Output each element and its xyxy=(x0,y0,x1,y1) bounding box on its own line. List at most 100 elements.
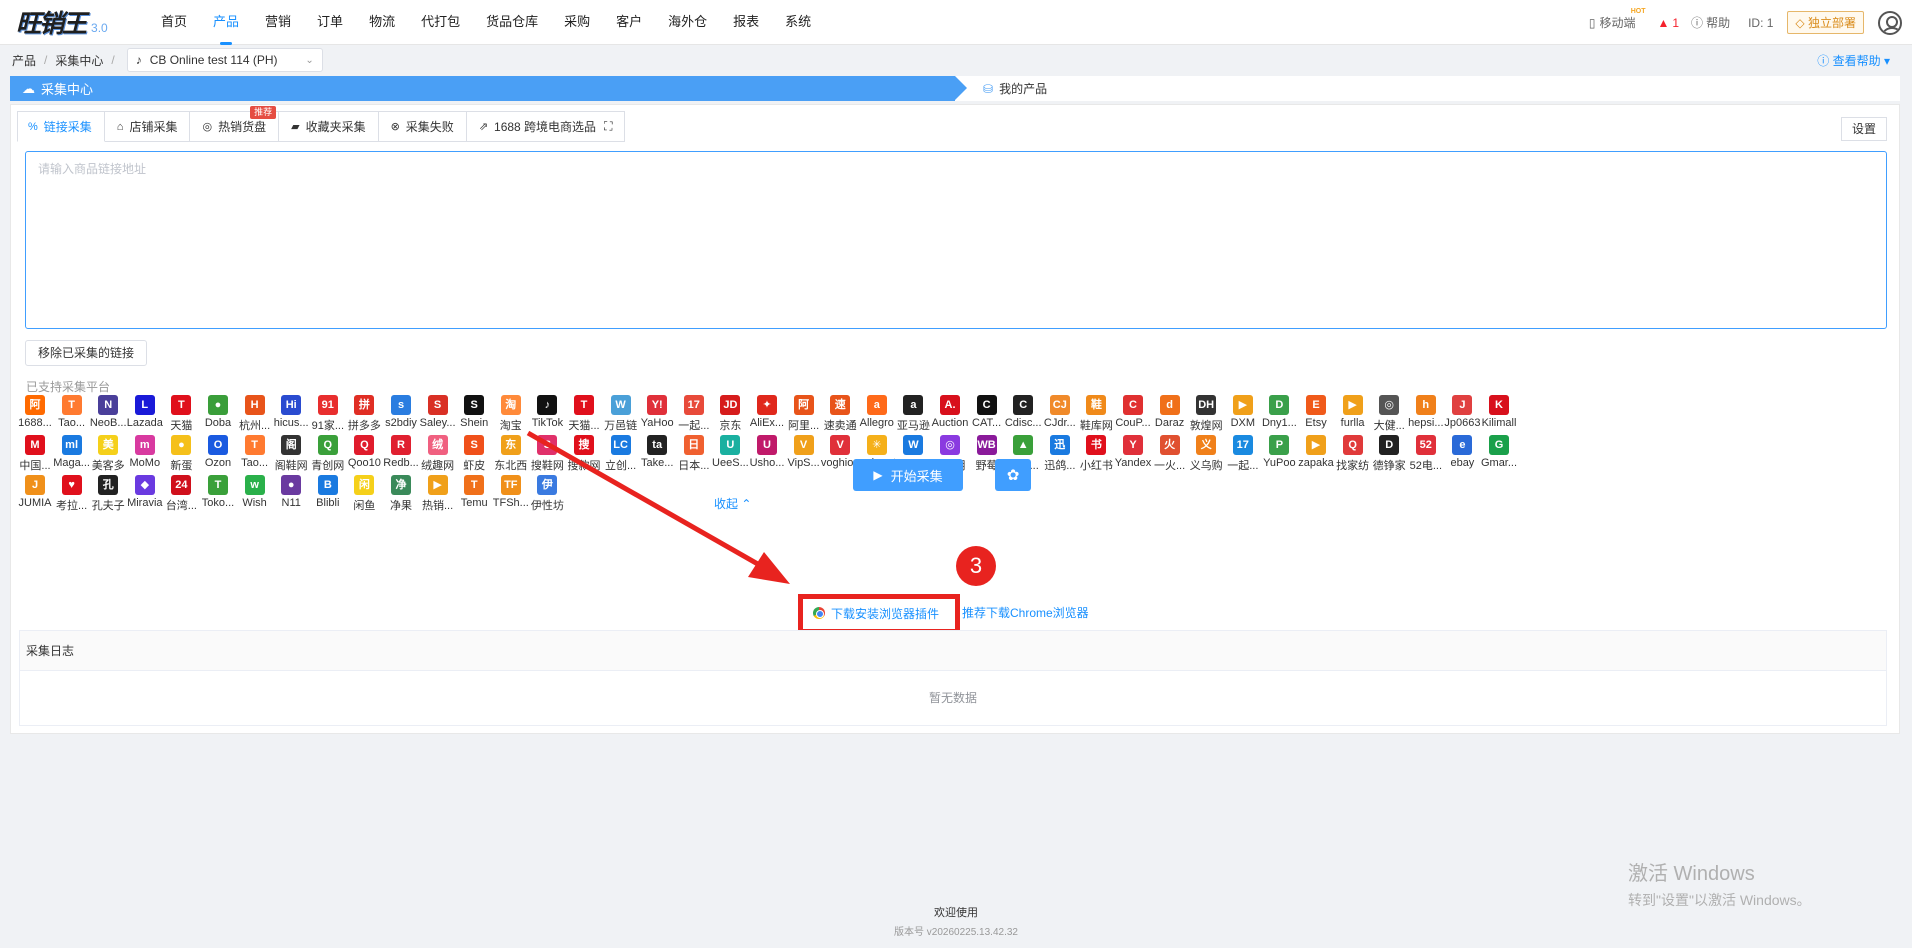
tab-label: 采集失败 xyxy=(405,120,454,134)
remove-collected-button[interactable]: 移除已采集的链接 xyxy=(25,340,148,366)
platform-logo-icon: R xyxy=(391,435,411,455)
deploy-button[interactable]: ◇ 独立部署 xyxy=(1787,11,1864,34)
user-avatar-icon[interactable] xyxy=(1878,10,1902,35)
nav-item[interactable]: 报表 xyxy=(720,0,772,45)
platform-logo-icon: 绒 xyxy=(427,435,448,455)
nav-item[interactable]: 代打包 xyxy=(408,0,473,45)
nav-item[interactable]: 订单 xyxy=(304,0,356,45)
tab-5[interactable]: ⇗ 1688 跨境电商选品 ⛶ xyxy=(466,111,626,142)
nav-item[interactable]: 海外仓 xyxy=(655,0,720,45)
store-select[interactable]: ♪ CB Online test 114 (PH) ⌄ xyxy=(126,48,323,72)
windows-watermark: 激活 Windows 转到"设置"以激活 Windows。 xyxy=(1628,857,1811,910)
start-collect-label: 开始采集 xyxy=(890,468,943,484)
nav-item[interactable]: 客户 xyxy=(603,0,655,45)
platform-logo-icon: 日 xyxy=(683,435,704,455)
view-help-link[interactable]: ⓘ 查看帮助 ▾ xyxy=(1817,52,1890,69)
platform-logo-icon: T xyxy=(244,435,265,455)
settings-button[interactable]: 设置 xyxy=(1840,117,1887,141)
step-next-label: 我的产品 xyxy=(999,82,1048,96)
platform-logo-icon: 91 xyxy=(317,395,338,415)
platform-logo-icon: e xyxy=(1452,435,1473,455)
platform-logo-icon: D xyxy=(1269,395,1290,415)
gear-icon: ✿ xyxy=(1006,467,1020,484)
step-current[interactable]: ☁ 采集中心 xyxy=(10,76,967,101)
platform-label: 伊性坊 xyxy=(530,500,564,512)
platform-logo-icon: 拼 xyxy=(354,395,375,415)
platform-logo-icon: O xyxy=(208,435,228,455)
collect-settings-button[interactable]: ✿ xyxy=(995,459,1031,491)
fullscreen-icon[interactable]: ⛶ xyxy=(604,119,612,134)
alert-link[interactable]: ▲ 1 xyxy=(1657,16,1679,30)
platform-logo-icon: E xyxy=(1306,395,1326,415)
nav-item[interactable]: 营销 xyxy=(252,0,304,45)
platform-item[interactable]: 伊伊性坊 xyxy=(525,475,569,513)
platform-logo-icon: 书 xyxy=(1086,435,1107,455)
play-icon: ▶ xyxy=(873,468,883,482)
platform-logo-icon: 伊 xyxy=(537,475,558,495)
platform-logo-icon: M xyxy=(25,435,45,455)
help-label: 帮助 xyxy=(1706,16,1731,30)
platform-item[interactable]: K Kilimall xyxy=(1477,395,1521,429)
nav-item[interactable]: 采购 xyxy=(551,0,603,45)
platform-logo-icon: 阁 xyxy=(281,435,302,455)
nav-item[interactable]: 系统 xyxy=(772,0,824,45)
platform-logo-icon: 淘 xyxy=(500,395,521,415)
fire-icon: ◎ xyxy=(202,121,213,133)
platform-logo-icon: ml xyxy=(61,435,82,455)
platform-logo-icon: w xyxy=(244,475,265,495)
platform-logo-icon: W xyxy=(903,435,924,455)
nav-item[interactable]: 货品仓库 xyxy=(473,0,551,45)
alert-count: 1 xyxy=(1672,15,1680,30)
platform-logo-icon: ♪ xyxy=(537,395,558,415)
platform-logo-icon: 净 xyxy=(391,475,411,495)
platform-logo-icon: a xyxy=(903,395,924,415)
platform-logo-icon: L xyxy=(134,395,155,415)
step-number-badge: 3 xyxy=(956,546,996,586)
breadcrumb-item[interactable]: 产品 xyxy=(12,52,36,69)
app-logo[interactable]: 旺销王 3.0 xyxy=(16,4,136,40)
tab-4[interactable]: ⊗ 采集失败 xyxy=(378,111,467,142)
platform-logo-icon: ✳ xyxy=(866,435,887,455)
platform-logo-icon: 美 xyxy=(98,435,119,455)
nav-item[interactable]: 物流 xyxy=(356,0,408,45)
tab-label: 1688 跨境电商选品 xyxy=(494,120,597,134)
start-collect-button[interactable]: ▶ 开始采集 xyxy=(853,459,963,491)
platform-logo-icon: T xyxy=(208,475,228,495)
nav-item[interactable]: 首页 xyxy=(148,0,200,45)
platform-logo-icon: ta xyxy=(647,435,668,455)
collapse-link[interactable]: 收起 ⌃ xyxy=(714,495,751,512)
platform-logo-icon: ♥ xyxy=(61,475,82,495)
tab-label: 热销货盘 xyxy=(218,120,267,134)
platform-logo-icon: 迅 xyxy=(1049,435,1070,455)
top-bar: 旺销王 3.0 首页 产品 营销 订单 物流 代打包 货品仓库 采购 客户 海外仓 报表 系统 ▯ 移… xyxy=(0,0,1912,45)
tab-0[interactable]: % 链接采集 xyxy=(17,111,105,142)
platform-logo-icon: ▲ xyxy=(1013,435,1034,455)
platform-logo-icon: S xyxy=(537,435,558,455)
top-right-tools: ▯ 移动端 HOT ▲ 1 ⓘ 帮助 ID: 1 ◇ 独立部署 xyxy=(1577,0,1902,45)
log-title: 采集日志 xyxy=(20,631,1886,671)
step-next[interactable]: ⛁ 我的产品 xyxy=(955,76,1047,101)
mobile-link[interactable]: ▯ 移动端 HOT xyxy=(1589,8,1646,31)
platform-logo-icon: DH xyxy=(1196,395,1217,415)
tab-label: 收藏夹采集 xyxy=(305,120,366,134)
platform-logo-icon: 搜 xyxy=(574,435,594,455)
platform-logo-icon: LC xyxy=(610,435,631,455)
tab-1[interactable]: ⌂ 店铺采集 xyxy=(104,111,191,142)
breadcrumb-item[interactable]: 采集中心 xyxy=(55,52,103,69)
nav-item[interactable]: 产品 xyxy=(200,0,252,45)
platform-logo-icon: 52 xyxy=(1415,435,1436,455)
platform-logo-icon: Q xyxy=(317,435,338,455)
help-link[interactable]: ⓘ 帮助 xyxy=(1691,14,1730,31)
platform-logo-icon: ● xyxy=(281,475,302,495)
step-bar: ☁ 采集中心 ⛁ 我的产品 xyxy=(10,76,1900,101)
tab-2[interactable]: ◎ 热销货盘 推荐 xyxy=(190,106,280,142)
recommend-badge: 推荐 xyxy=(250,106,277,119)
platform-item[interactable]: G Gmar... xyxy=(1477,435,1521,469)
platform-logo-icon: H xyxy=(244,395,265,415)
platform-logo-icon: S xyxy=(464,435,485,455)
url-input[interactable] xyxy=(25,151,1887,329)
breadcrumb: 产品 / 采集中心 / ♪ CB Online test 114 (PH) ⌄ … xyxy=(0,46,1912,74)
download-chrome-link[interactable]: 推荐下载Chrome浏览器 xyxy=(962,603,1089,623)
tab-3[interactable]: ▰ 收藏夹采集 xyxy=(279,111,379,142)
platform-logo-icon: T xyxy=(171,395,192,415)
